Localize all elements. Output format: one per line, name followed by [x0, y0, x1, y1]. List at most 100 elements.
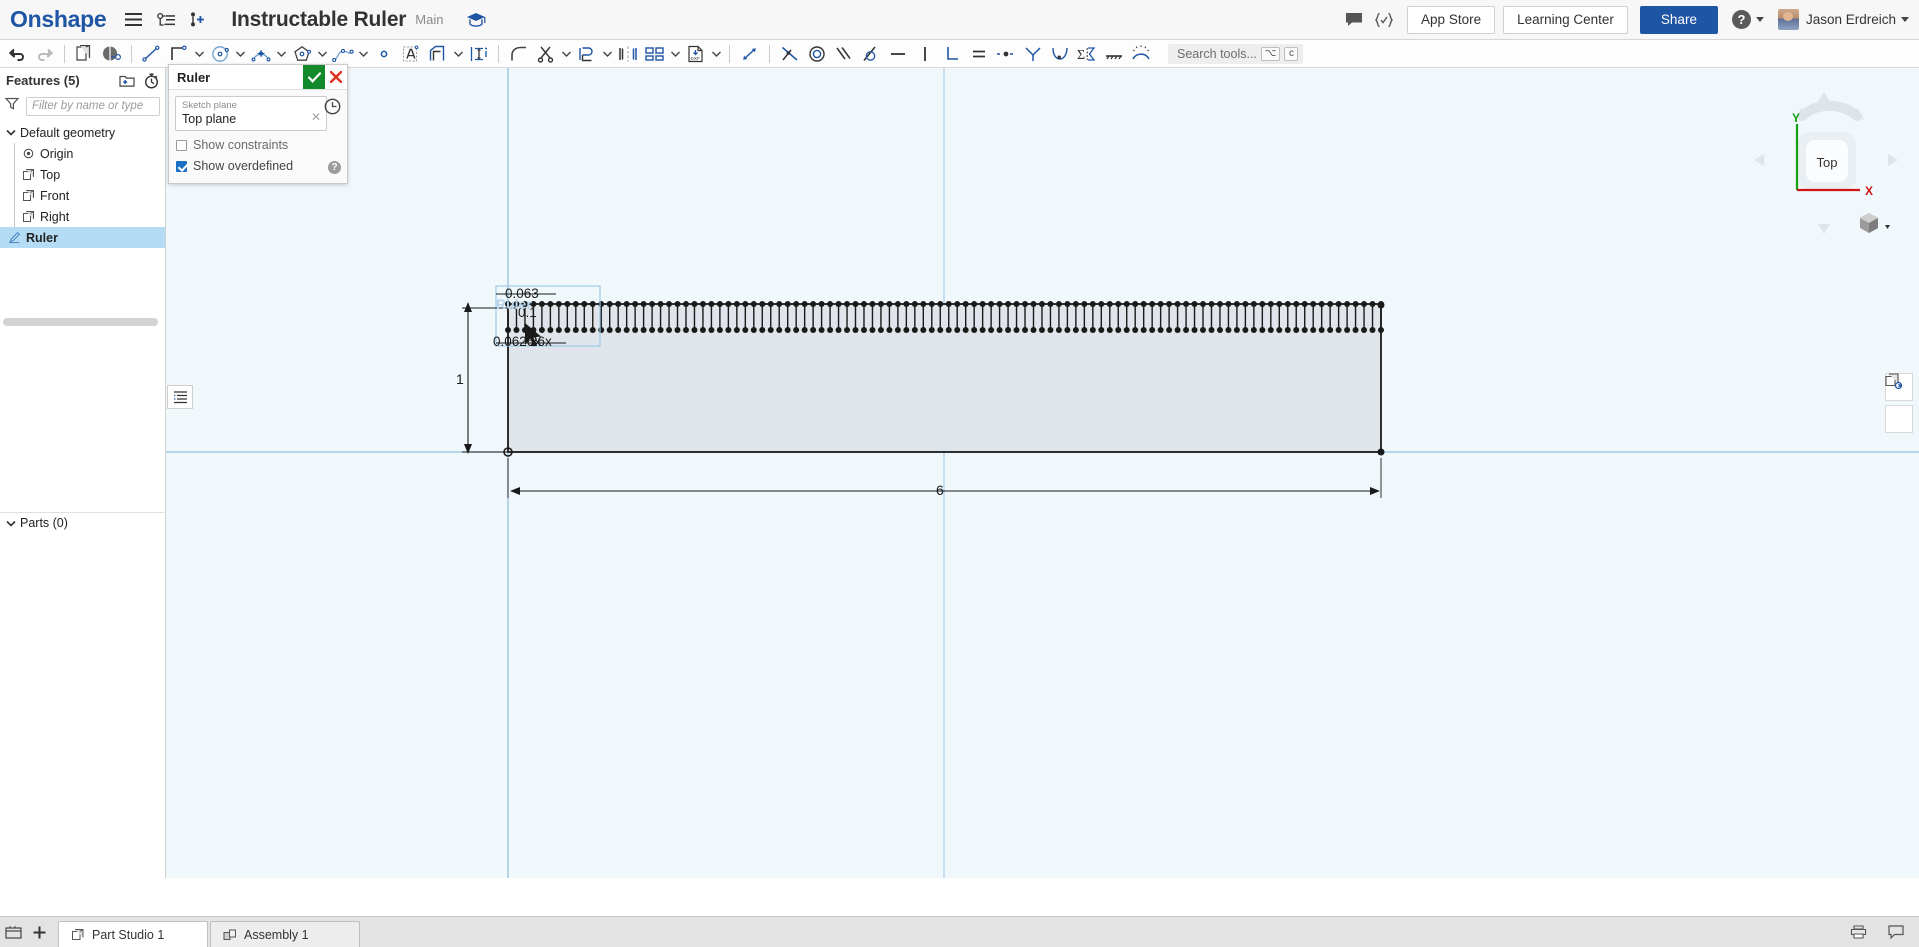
tree-item-origin[interactable]: Origin — [0, 143, 165, 164]
circle-icon[interactable] — [206, 41, 233, 67]
point-icon[interactable] — [370, 41, 397, 67]
document-tree-icon[interactable] — [153, 7, 180, 33]
import-dxf-icon[interactable]: DXF — [682, 41, 709, 67]
clear-x-icon[interactable]: ✕ — [311, 110, 321, 124]
chevron-down-icon[interactable] — [1901, 17, 1909, 22]
share-button[interactable]: Share — [1639, 5, 1718, 34]
mirror-icon[interactable] — [614, 41, 641, 67]
add-folder-icon[interactable] — [119, 74, 135, 88]
fix-constraint-icon[interactable] — [1100, 41, 1127, 67]
undo-icon[interactable] — [4, 41, 31, 67]
graphics-canvas[interactable]: 1 6 0.063 0.1 0.0626x 26x Ruler Top Y X — [166, 68, 1919, 878]
sketch-view-icon[interactable] — [98, 41, 125, 67]
chevron-down-icon[interactable] — [451, 41, 465, 67]
tab-assembly-1[interactable]: Assembly 1 — [210, 921, 360, 947]
extend-icon[interactable] — [573, 41, 600, 67]
vertical-constraint-icon[interactable] — [911, 41, 938, 67]
trim-icon[interactable] — [532, 41, 559, 67]
ruler-body-rect[interactable] — [507, 303, 1382, 453]
sketch-plane-field[interactable]: Sketch plane Top plane ✕ — [175, 96, 327, 131]
concentric-constraint-icon[interactable] — [803, 41, 830, 67]
show-constraints-checkbox[interactable] — [176, 139, 187, 151]
search-tools-input[interactable]: Search tools... ⌥ c — [1168, 43, 1304, 64]
fillet-icon[interactable] — [505, 41, 532, 67]
parts-section-header[interactable]: Parts (0) — [0, 512, 166, 533]
hamburger-icon[interactable] — [120, 7, 147, 33]
chevron-down-icon[interactable] — [315, 41, 329, 67]
learning-center-button[interactable]: Learning Center — [1503, 5, 1628, 34]
tree-item-top[interactable]: Top — [0, 164, 165, 185]
chevron-down-icon[interactable] — [600, 41, 614, 67]
text-icon[interactable] — [397, 41, 424, 67]
app-store-button[interactable]: App Store — [1407, 5, 1496, 34]
sketch-plane-icon[interactable] — [71, 41, 98, 67]
chevron-down-icon[interactable] — [668, 41, 682, 67]
featurescript-icon[interactable] — [1369, 5, 1399, 35]
equal-constraint-icon[interactable] — [965, 41, 992, 67]
pattern-count-label[interactable]: 26x — [530, 334, 552, 349]
avatar[interactable] — [1777, 9, 1799, 30]
tab-part-studio-1[interactable]: Part Studio 1 — [58, 921, 208, 947]
offset-icon[interactable] — [424, 41, 451, 67]
comment-icon[interactable] — [1339, 5, 1369, 35]
symmetric-constraint-icon[interactable] — [1019, 41, 1046, 67]
view-cube[interactable]: Top Y X — [1740, 78, 1919, 248]
chevron-down-icon[interactable] — [356, 41, 370, 67]
show-constraints-row[interactable]: Show constraints — [176, 138, 341, 152]
midpoint-constraint-icon[interactable] — [992, 41, 1019, 67]
transform-icon[interactable] — [736, 41, 763, 67]
tree-horizontal-scrollbar[interactable] — [3, 318, 158, 326]
arc-icon[interactable] — [247, 41, 274, 67]
perpendicular-constraint-icon[interactable] — [938, 41, 965, 67]
help-question-icon[interactable]: ? — [328, 161, 341, 174]
feature-list-icon[interactable] — [167, 385, 193, 409]
chevron-down-icon[interactable] — [4, 520, 17, 527]
corner-rectangle-icon[interactable] — [165, 41, 192, 67]
sketch-history-clock-icon[interactable] — [324, 98, 341, 115]
parallel-constraint-icon[interactable] — [830, 41, 857, 67]
document-title[interactable]: Instructable Ruler — [231, 8, 406, 32]
tree-item-ruler[interactable]: Ruler — [0, 227, 165, 248]
dialog-cancel-button[interactable] — [325, 65, 347, 89]
width-dimension-label[interactable]: 6 — [936, 482, 944, 498]
plus-icon[interactable] — [26, 917, 52, 947]
corner-endpoint[interactable] — [1377, 301, 1385, 309]
help-menu[interactable]: ? — [1731, 10, 1764, 29]
dimension-icon[interactable] — [465, 41, 492, 67]
show-overdefined-row[interactable]: Show overdefined — [176, 159, 341, 173]
chevron-down-icon[interactable] — [4, 129, 17, 136]
chevron-down-icon[interactable] — [274, 41, 288, 67]
horizontal-constraint-icon[interactable] — [884, 41, 911, 67]
linear-pattern-icon[interactable] — [641, 41, 668, 67]
print-icon[interactable] — [1845, 917, 1871, 947]
comment-small-icon[interactable] — [1883, 917, 1909, 947]
polygon-icon[interactable] — [288, 41, 315, 67]
tab-manager-icon[interactable] — [0, 917, 26, 947]
filter-funnel-icon[interactable] — [4, 97, 20, 115]
construction-constraint-icon[interactable]: Σ — [1073, 41, 1100, 67]
rollback-timer-icon[interactable] — [144, 73, 159, 89]
chevron-down-icon[interactable] — [192, 41, 206, 67]
redo-icon[interactable] — [31, 41, 58, 67]
curvature-constraint-icon[interactable] — [1046, 41, 1073, 67]
tree-item-front[interactable]: Front — [0, 185, 165, 206]
spline-icon[interactable] — [329, 41, 356, 67]
coincident-constraint-icon[interactable] — [776, 41, 803, 67]
render-mode-icon[interactable] — [1885, 373, 1913, 433]
line-icon[interactable] — [138, 41, 165, 67]
onshape-logo[interactable]: Onshape — [10, 6, 107, 33]
dialog-accept-button[interactable] — [303, 65, 325, 89]
tangent-constraint-icon[interactable] — [857, 41, 884, 67]
user-name-label[interactable]: Jason Erdreich — [1806, 12, 1896, 27]
chevron-down-icon[interactable] — [709, 41, 723, 67]
tree-group-default-geometry[interactable]: Default geometry — [0, 122, 165, 143]
graduation-cap-icon[interactable] — [465, 9, 487, 31]
chevron-down-icon[interactable] — [559, 41, 573, 67]
tree-item-right[interactable]: Right — [0, 206, 165, 227]
filter-input[interactable]: Filter by name or type — [26, 96, 160, 116]
height-dimension-label[interactable]: 1 — [456, 371, 464, 387]
show-overdefined-checkbox[interactable] — [176, 160, 187, 172]
normal-constraint-icon[interactable] — [1127, 41, 1154, 67]
corner-endpoint[interactable] — [1377, 448, 1385, 456]
chevron-down-icon[interactable] — [233, 41, 247, 67]
